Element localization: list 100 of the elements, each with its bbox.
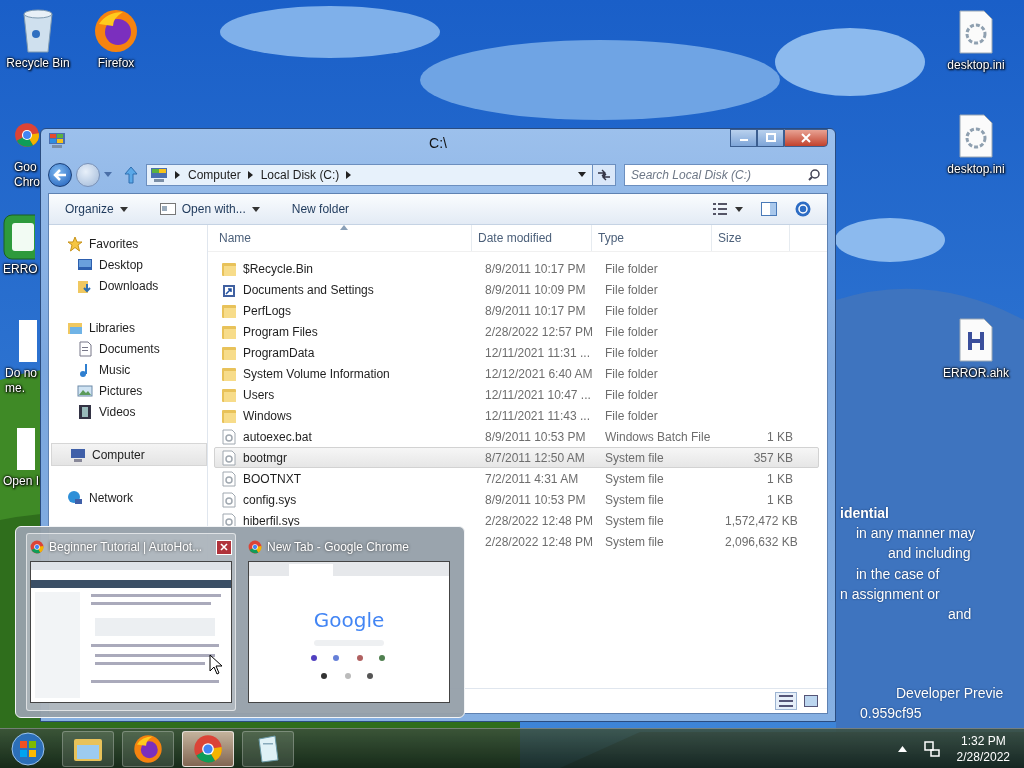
window-icon	[159, 203, 176, 215]
file-name[interactable]: hiberfil.sys	[243, 513, 300, 528]
minimize-button[interactable]	[730, 129, 757, 147]
column-header[interactable]: Size	[712, 225, 790, 251]
browser-icon	[133, 733, 163, 764]
chevron-icon[interactable]	[346, 171, 353, 179]
toolbar-button[interactable]: Open with...	[153, 198, 266, 220]
table-cell-text: 8/7/2011 12:50 AM	[484, 450, 586, 465]
start-button[interactable]	[8, 729, 48, 768]
nav-item[interactable]: Downloads	[49, 275, 207, 296]
show-hidden-icons-icon[interactable]	[897, 745, 907, 752]
computer-icon	[70, 446, 86, 463]
file-name[interactable]: Windows	[243, 408, 292, 423]
chevron-icon[interactable]	[175, 171, 181, 179]
nav-item[interactable]: Pictures	[49, 380, 207, 401]
refresh-icon	[597, 169, 611, 181]
settings-file-icon[interactable]	[958, 114, 994, 158]
nav-item[interactable]: Music	[49, 359, 207, 380]
column-header[interactable]: Date modified	[472, 225, 592, 251]
icon-label: Open I	[3, 474, 40, 489]
network-icon[interactable]	[922, 739, 941, 758]
table-cell-text: System file	[604, 492, 665, 507]
table-cell-text: 2/28/2022 12:48 PM	[484, 513, 595, 528]
toolbar-button[interactable]: New folder	[285, 198, 356, 220]
breadcrumb-item[interactable]: Computer	[188, 168, 241, 182]
nav-item[interactable]: Desktop	[49, 254, 207, 275]
icon-label: Goo	[14, 160, 38, 175]
clock-time[interactable]: 1:32 PM	[960, 732, 1006, 749]
taskbar-button[interactable]	[122, 730, 174, 767]
breadcrumb-item[interactable]: Local Disk (C:)	[260, 168, 340, 182]
chevron-icon[interactable]	[247, 171, 254, 179]
pane-icon	[761, 202, 777, 216]
taskbar-button[interactable]	[242, 730, 294, 767]
file-name[interactable]: autoexec.bat	[243, 429, 312, 444]
notepad-icon	[255, 734, 281, 763]
nav-item[interactable]: Network	[49, 487, 207, 508]
mouse-pointer-icon	[209, 654, 223, 676]
file-name[interactable]: ProgramData	[243, 345, 315, 360]
file-name[interactable]: PerfLogs	[243, 303, 292, 318]
settings-file-icon[interactable]	[958, 10, 994, 54]
file-name[interactable]: $Recycle.Bin	[243, 261, 314, 276]
nav-item[interactable]: Computer	[51, 443, 207, 466]
icon-label: ERRO	[3, 262, 39, 277]
column-header[interactable]: Name	[208, 225, 472, 251]
taskbar-button[interactable]	[182, 730, 234, 767]
table-cell-text: System file	[604, 450, 665, 465]
folder-icon	[221, 365, 237, 382]
table-cell-text: System file	[604, 471, 665, 486]
caret-icon[interactable]	[578, 172, 586, 178]
browser-icon	[193, 733, 223, 764]
column-header[interactable]: Type	[592, 225, 712, 251]
table-cell-text: File folder	[604, 303, 659, 318]
address-bar[interactable]: Computer Local Disk (C:)	[146, 164, 593, 186]
taskbar-button[interactable]	[62, 730, 114, 767]
maximize-button[interactable]	[757, 129, 784, 147]
file-name[interactable]: bootmgr	[243, 450, 288, 465]
browser-icon	[248, 540, 262, 554]
icon-label: desktop.ini	[946, 162, 1006, 177]
clock-date[interactable]: 2/28/2022	[956, 748, 1010, 765]
table-cell-text: 8/9/2011 10:53 PM	[484, 492, 587, 507]
toolbar-button[interactable]: Organize	[59, 198, 134, 220]
thumbnail-title: Beginner Tutorial | AutoHot...	[49, 540, 204, 554]
back-button[interactable]	[48, 163, 72, 187]
table-cell-text: 7/2/2011 4:31 AM	[484, 471, 580, 486]
app-icon[interactable]	[3, 214, 35, 260]
watermark-text: idential	[840, 505, 889, 521]
browser-icon[interactable]	[93, 8, 139, 54]
close-button[interactable]	[784, 129, 828, 147]
table-cell-text: 1 KB	[766, 429, 794, 444]
file-name[interactable]: BOOTNXT	[243, 471, 301, 486]
watermark-text: in the case of	[856, 566, 940, 582]
globe-icon	[67, 489, 83, 506]
script-file-icon[interactable]	[958, 318, 994, 362]
file-name[interactable]: Users	[243, 387, 275, 402]
file-name[interactable]: config.sys	[243, 492, 297, 507]
file-name[interactable]: System Volume Information	[243, 366, 390, 381]
watermark-text: and including	[888, 545, 971, 561]
refresh-button[interactable]	[592, 164, 616, 186]
nav-item[interactable]: Libraries	[49, 317, 207, 338]
selected-row[interactable]: bootmgr 8/7/2011 12:50 AM System file 357 KB	[214, 447, 819, 468]
nav-item[interactable]: Documents	[49, 338, 207, 359]
folder-icon	[221, 386, 237, 403]
star-icon	[67, 235, 83, 252]
table-cell-text: File folder	[604, 387, 659, 402]
search-icon[interactable]	[808, 169, 820, 181]
nav-item[interactable]: Favorites	[49, 233, 207, 254]
details-view-button[interactable]	[775, 692, 797, 710]
maximize-icon	[765, 133, 776, 143]
file-name[interactable]: Documents and Settings	[243, 282, 374, 297]
table-cell-text: 2/28/2022 12:48 PM	[484, 534, 595, 549]
search-field[interactable]: Search Local Disk (C:)	[624, 164, 828, 186]
caret-icon	[251, 206, 260, 212]
table-cell-text: File folder	[604, 282, 659, 297]
file-name[interactable]: Program Files	[243, 324, 318, 339]
icon-label: me.	[5, 381, 26, 396]
thumbnail-view-button[interactable]	[801, 693, 821, 709]
table-cell-text: System file	[604, 534, 665, 549]
table-cell-text: File folder	[604, 261, 659, 276]
folder-icon	[221, 323, 237, 340]
nav-item[interactable]: Videos	[49, 401, 207, 422]
